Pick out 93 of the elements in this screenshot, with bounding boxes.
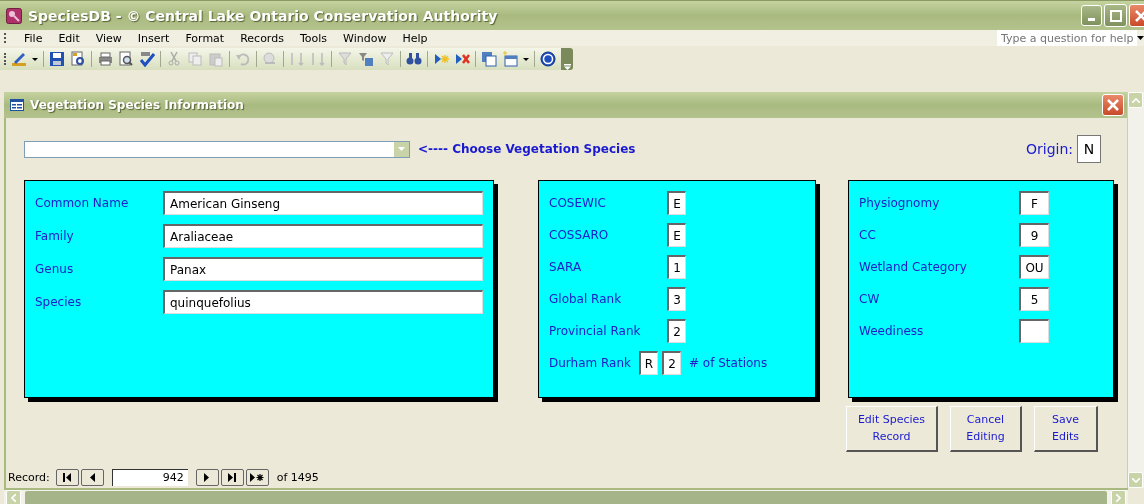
menu-item[interactable]: Insert	[129, 31, 178, 45]
help-icon[interactable]	[540, 51, 556, 67]
close-icon	[1107, 99, 1119, 111]
new-table-icon[interactable]	[502, 51, 518, 67]
delete-record-icon[interactable]	[454, 51, 470, 67]
menu-item[interactable]: Help	[394, 31, 436, 45]
close-icon	[1134, 9, 1144, 22]
field-label: Durham Rank	[549, 356, 632, 370]
maximize-button[interactable]	[1104, 4, 1127, 27]
input-field[interactable]: 1	[667, 255, 686, 279]
menu-item[interactable]: View	[87, 31, 130, 45]
record-count: of 1495	[276, 471, 319, 484]
dropdown-arrow-icon	[398, 147, 405, 151]
input-field[interactable]: quinquefolius	[163, 290, 483, 314]
form-icon	[10, 99, 24, 111]
spell-check-icon[interactable]	[139, 51, 155, 67]
minimize-icon	[1088, 18, 1095, 21]
field-label: Origin:	[1026, 141, 1073, 157]
field-label: COSSARO	[549, 228, 610, 242]
species-dropdown[interactable]	[24, 140, 410, 158]
filter-form-icon[interactable]	[358, 51, 374, 67]
form-button[interactable]: Save Edits	[1034, 406, 1098, 452]
field-label: Species	[35, 295, 83, 309]
field-label: COSEWIC	[549, 196, 607, 210]
minimize-button[interactable]	[1081, 5, 1102, 26]
input-field[interactable]: N	[1077, 135, 1101, 163]
input-field[interactable]: 3	[667, 287, 686, 311]
chevron-right-icon	[1116, 494, 1121, 502]
next-record-button[interactable]	[195, 469, 219, 486]
instruction-label: <---- Choose Vegetation Species	[418, 142, 637, 156]
first-record-button[interactable]	[55, 469, 79, 486]
last-record-button[interactable]	[220, 469, 244, 486]
input-field[interactable]: F	[1019, 191, 1049, 215]
input-field[interactable]: Araliaceae	[163, 224, 483, 248]
close-button[interactable]	[1102, 94, 1124, 116]
previous-record-icon	[87, 473, 98, 482]
windows-icon[interactable]	[481, 51, 497, 67]
input-field[interactable]: R	[639, 351, 658, 375]
field-label: Provincial Rank	[549, 324, 642, 338]
print-preview-icon[interactable]	[118, 51, 134, 67]
input-field[interactable]: OU	[1019, 255, 1049, 279]
maximize-icon	[1109, 9, 1122, 22]
form-button[interactable]: Cancel Editing	[950, 406, 1022, 452]
window-title: SpeciesDB - © Central Lake Ontario Conservation Authority	[28, 7, 499, 24]
field-label: CW	[859, 292, 881, 306]
field-label: Global Rank	[549, 292, 623, 306]
form-title: Vegetation Species Information	[30, 98, 245, 112]
menu-item[interactable]: Records	[232, 31, 292, 45]
printer-icon[interactable]	[97, 51, 113, 67]
previous-record-button[interactable]	[80, 469, 104, 486]
input-field[interactable]: 2	[662, 351, 681, 375]
field-label: Common Name	[35, 196, 130, 210]
chevron-down-icon	[1131, 477, 1140, 483]
chevron-left-icon	[11, 494, 16, 502]
field-label: SARA	[549, 260, 583, 274]
new-record-button[interactable]	[245, 469, 269, 486]
save-icon[interactable]	[49, 51, 65, 67]
last-record-icon	[227, 473, 238, 482]
menu-item[interactable]: Window	[335, 31, 395, 45]
overflow-icon[interactable]	[563, 64, 571, 70]
document-search-icon[interactable]	[70, 51, 86, 67]
first-record-icon	[62, 473, 73, 482]
field-label: Genus	[35, 262, 75, 276]
design-icon[interactable]	[11, 51, 27, 67]
new-record-icon[interactable]	[433, 51, 449, 67]
dropdown-arrow-icon[interactable]	[32, 57, 38, 61]
new-record-icon	[250, 473, 265, 482]
record-number-field[interactable]: 942	[111, 469, 188, 486]
binoculars-icon[interactable]	[406, 51, 422, 67]
field-label: Weediness	[859, 324, 925, 338]
input-field[interactable]: 2	[667, 319, 686, 343]
field-label: Family	[35, 229, 75, 243]
input-field[interactable]: Panax	[163, 257, 483, 281]
menu-item[interactable]: Tools	[291, 31, 336, 45]
input-field[interactable]: 9	[1019, 223, 1049, 247]
field-label: CC	[859, 228, 877, 242]
input-field[interactable]	[1019, 319, 1049, 343]
chevron-up-icon	[1131, 97, 1140, 103]
field-label: Wetland Category	[859, 260, 968, 274]
form-button[interactable]: Edit Species Record	[846, 406, 938, 452]
menu-item[interactable]: Format	[177, 31, 233, 45]
input-field[interactable]: 5	[1019, 287, 1049, 311]
dropdown-arrow-icon[interactable]	[523, 57, 529, 61]
menu-item[interactable]: File	[16, 31, 51, 45]
input-field[interactable]: American Ginseng	[163, 191, 483, 215]
record-label: Record:	[8, 471, 50, 484]
field-label: Physiognomy	[859, 196, 941, 210]
input-field[interactable]: E	[667, 223, 686, 247]
help-search-field[interactable]: Type a question for help	[997, 30, 1137, 46]
dropdown-arrow-icon[interactable]	[1137, 36, 1144, 40]
field-label: # of Stations	[689, 356, 768, 370]
input-field[interactable]: E	[667, 191, 686, 215]
menu-item[interactable]: Edit	[50, 31, 88, 45]
